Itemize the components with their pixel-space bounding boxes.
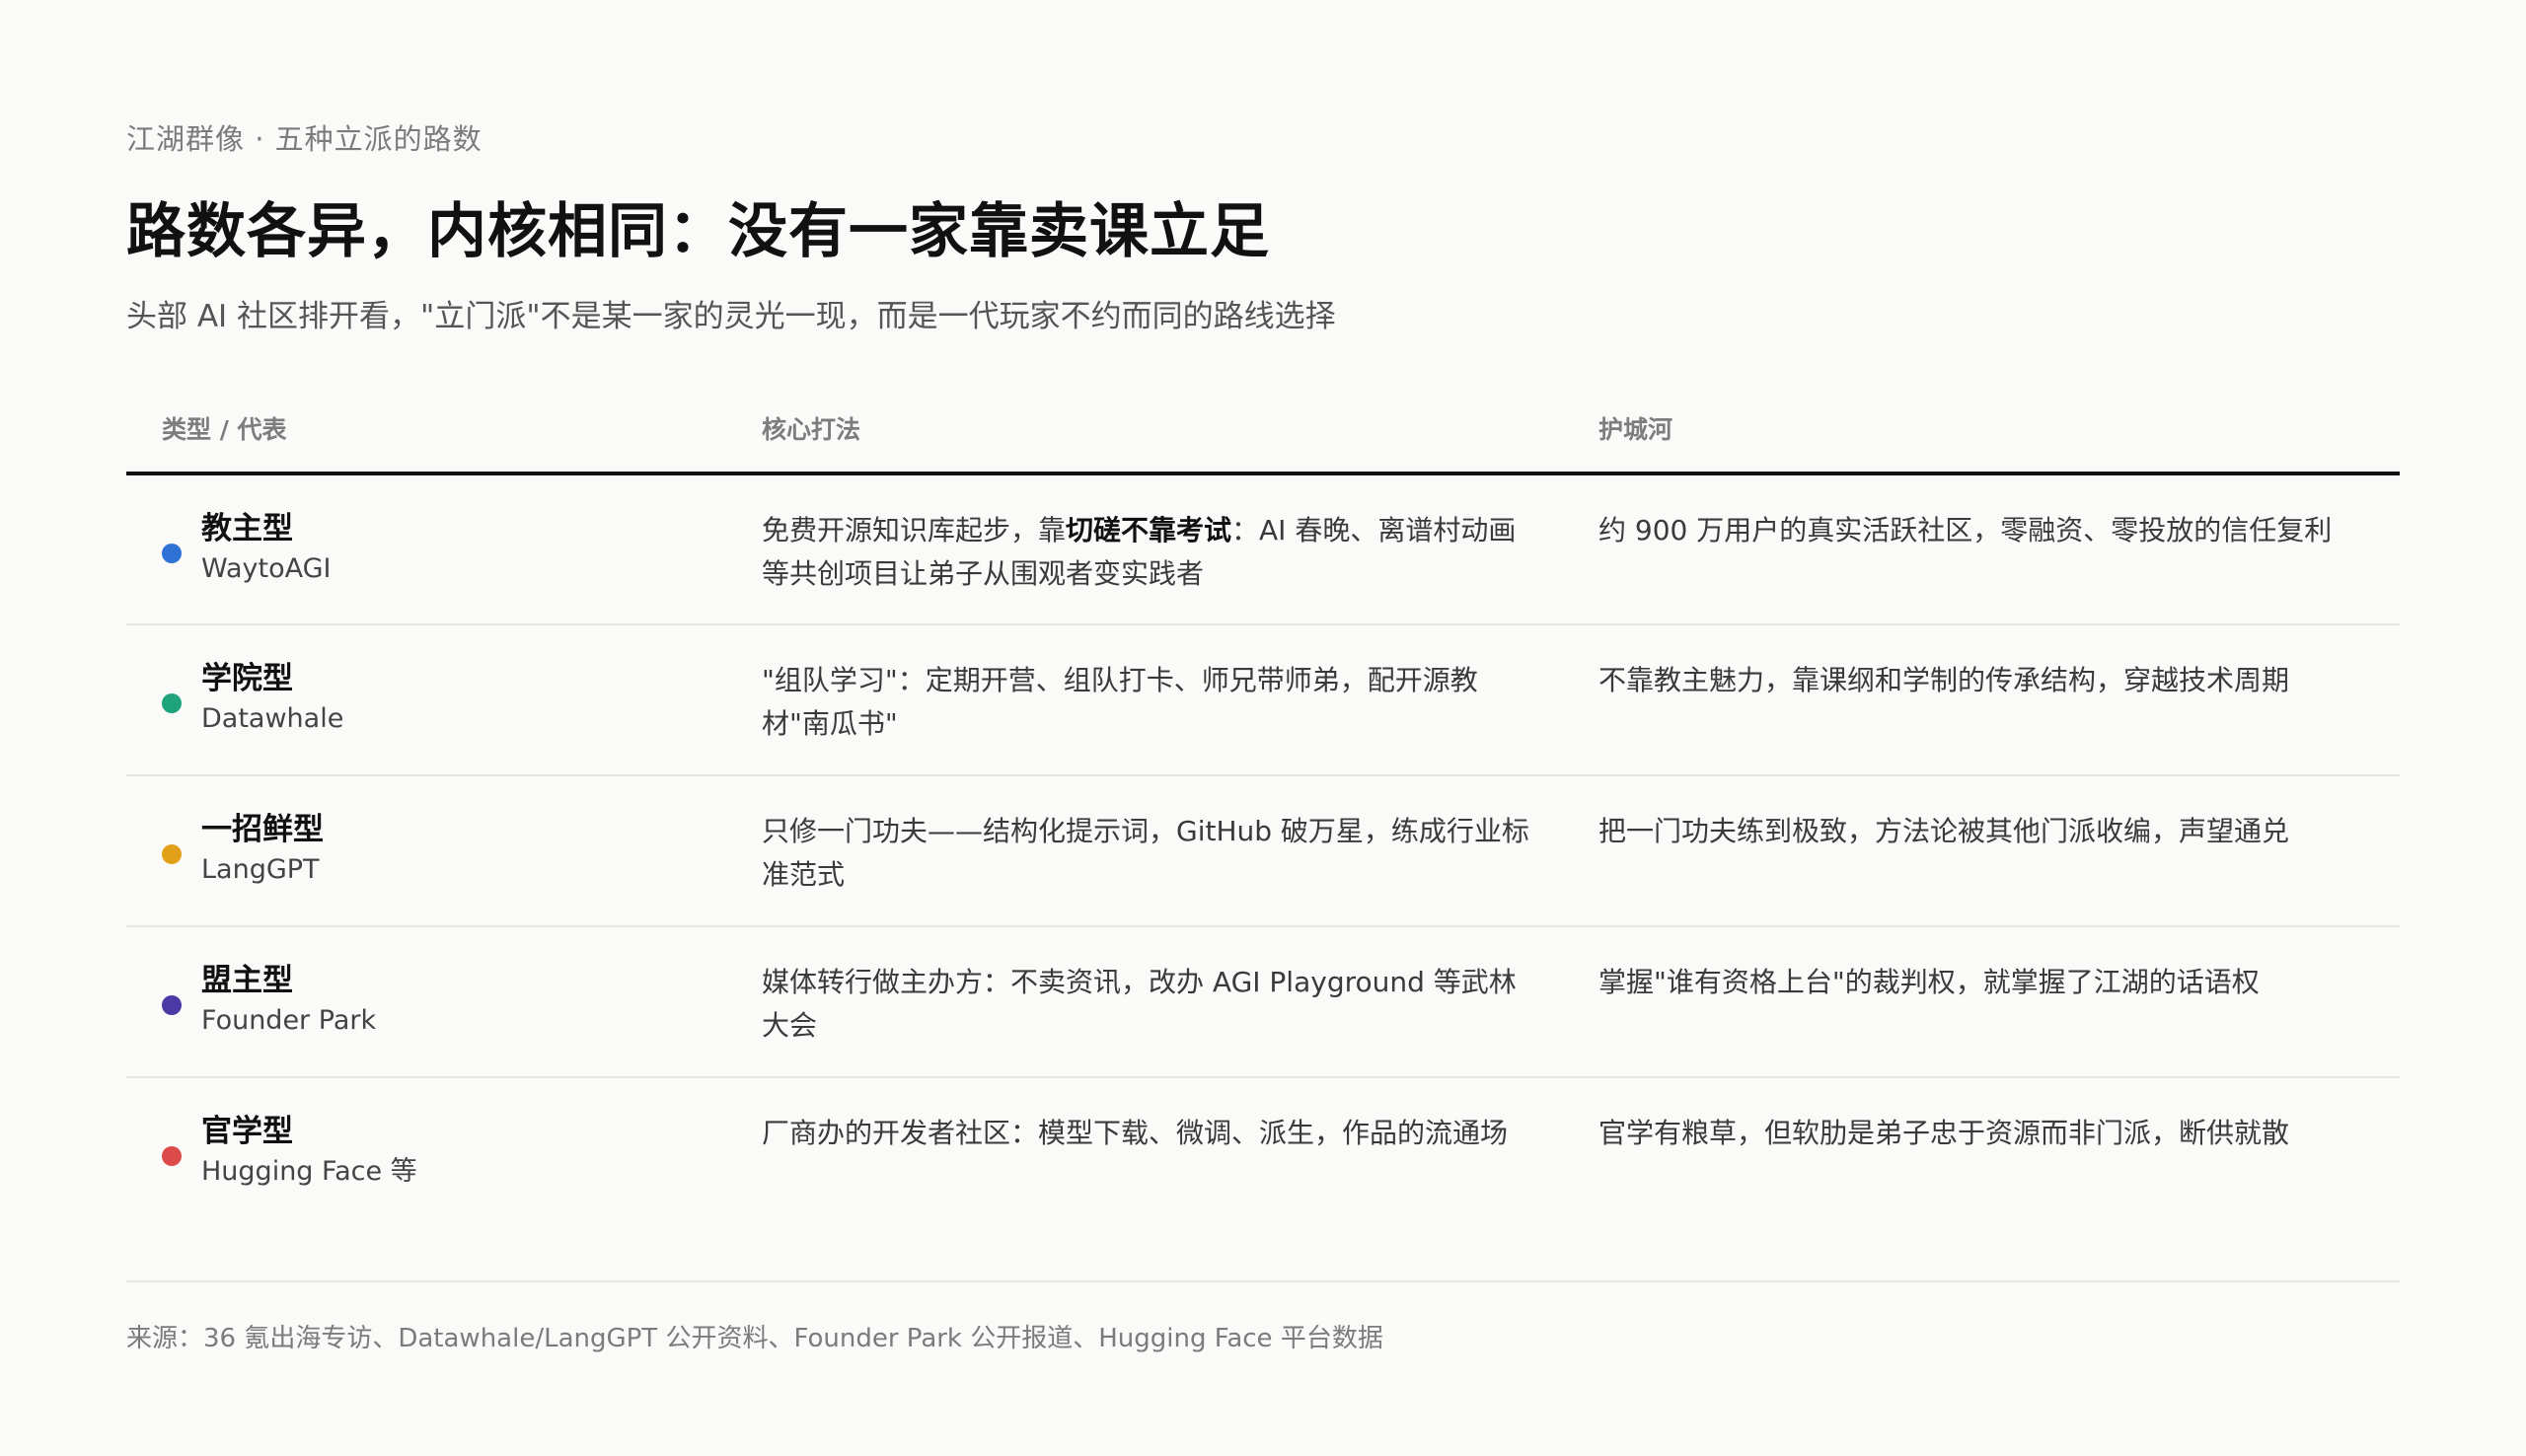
color-dot (162, 693, 182, 713)
table-row: 盟主型 Founder Park 媒体转行做主办方：不卖资讯，改办 AGI Pl… (126, 926, 2400, 1078)
color-dot (162, 544, 182, 563)
strategy-cell: 免费开源知识库起步，靠切磋不靠考试：AI 春晚、离谱村动画等共创项目让弟子从围观… (762, 473, 1598, 625)
moat-cell: 约 900 万用户的真实活跃社区，零融资、零投放的信任复利 (1598, 473, 2400, 625)
table-row: 一招鲜型 LangGPT 只修一门功夫——结构化提示词，GitHub 破万星，练… (126, 775, 2400, 927)
page-title: 路数各异，内核相同：没有一家靠卖课立足 (126, 197, 1270, 266)
representative: Datawhale (201, 703, 344, 734)
color-dot (162, 844, 182, 864)
strategy-keyword: 切磋不靠考试 (1066, 514, 1232, 546)
representative: Hugging Face 等 (201, 1156, 417, 1187)
table-row: 学院型 Datawhale "组队学习"：定期开营、组队打卡、师兄带师弟，配开源… (126, 624, 2400, 776)
schools-table: 类型 / 代表 核心打法 护城河 教主型 WaytoAGI 免费开源知识库起步，… (126, 385, 2400, 1253)
representative: LangGPT (201, 854, 320, 885)
color-dot (162, 995, 182, 1015)
strategy-text: 免费开源知识库起步，靠 (762, 514, 1067, 546)
type-label: 一招鲜型 (201, 812, 324, 847)
type-label: 教主型 (201, 511, 293, 546)
type-cell: 官学型 Hugging Face 等 (126, 1077, 762, 1253)
type-label: 官学型 (201, 1114, 293, 1149)
source-note: 来源：36 氪出海专访、Datawhale/LangGPT 公开资料、Found… (126, 1324, 1383, 1353)
representative: WaytoAGI (201, 553, 332, 584)
table-header-row: 类型 / 代表 核心打法 护城河 (126, 385, 2400, 475)
header-strategy: 核心打法 (762, 385, 1598, 475)
page: 江湖群像 · 五种立派的路数 路数各异，内核相同：没有一家靠卖课立足 头部 AI… (126, 116, 2400, 1353)
strategy-cell: 只修一门功夫——结构化提示词，GitHub 破万星，练成行业标准范式 (762, 775, 1598, 927)
type-label: 学院型 (201, 661, 293, 696)
moat-cell: 掌握"谁有资格上台"的裁判权，就掌握了江湖的话语权 (1598, 926, 2400, 1078)
strategy-cell: "组队学习"：定期开营、组队打卡、师兄带师弟，配开源教材"南瓜书" (762, 624, 1598, 776)
strategy-cell: 厂商办的开发者社区：模型下载、微调、派生，作品的流通场 (762, 1117, 1509, 1149)
strategy-cell: 媒体转行做主办方：不卖资讯，改办 AGI Playground 等武林大会 (762, 926, 1598, 1078)
type-label: 盟主型 (201, 963, 293, 998)
eyebrow: 江湖群像 · 五种立派的路数 (126, 122, 483, 156)
page-subtitle: 头部 AI 社区排开看，"立门派"不是某一家的灵光一现，而是一代玩家不约而同的路… (126, 299, 1336, 334)
type-cell: 学院型 Datawhale (126, 624, 762, 776)
table-row: 官学型 Hugging Face 等 厂商办的开发者社区：模型下载、微调、派生，… (126, 1077, 2400, 1253)
type-cell: 一招鲜型 LangGPT (126, 775, 762, 927)
type-cell: 教主型 WaytoAGI (126, 473, 762, 625)
color-dot (162, 1146, 182, 1166)
moat-cell: 把一门功夫练到极致，方法论被其他门派收编，声望通兑 (1598, 775, 2400, 927)
header-type: 类型 / 代表 (126, 385, 762, 475)
footer-divider (126, 1280, 2400, 1282)
type-cell: 盟主型 Founder Park (126, 926, 762, 1078)
moat-cell: 不靠教主魅力，靠课纲和学制的传承结构，穿越技术周期 (1598, 624, 2400, 776)
header-moat: 护城河 (1598, 385, 2400, 475)
table-row: 教主型 WaytoAGI 免费开源知识库起步，靠切磋不靠考试：AI 春晚、离谱村… (126, 473, 2400, 625)
representative: Founder Park (201, 1005, 377, 1036)
moat-cell: 官学有粮草，但软肋是弟子忠于资源而非门派，断供就散 (1598, 1117, 2290, 1149)
